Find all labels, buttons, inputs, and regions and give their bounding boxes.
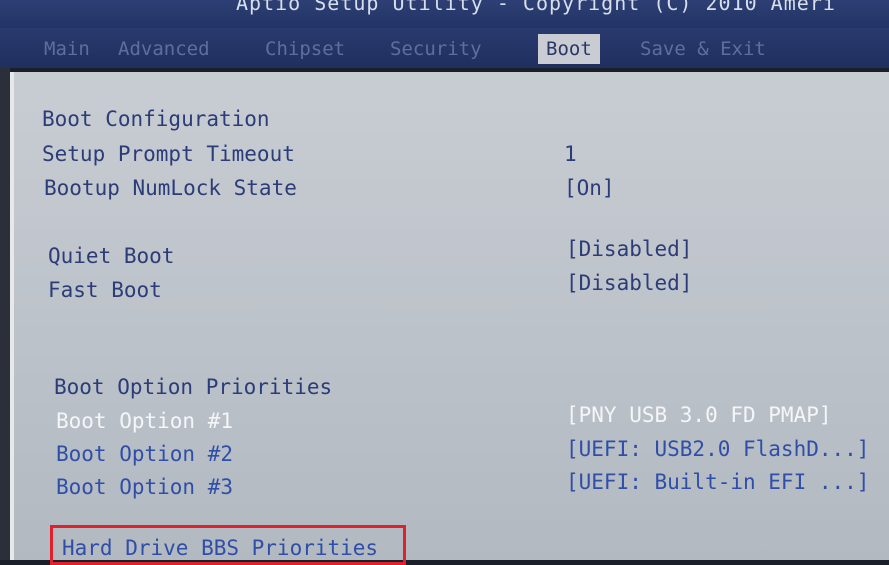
boot-option-2-value[interactable]: [UEFI: USB2.0 FlashD...]	[566, 436, 869, 462]
tab-boot[interactable]: Boot	[538, 34, 600, 64]
panel-edge	[0, 68, 10, 560]
tab-advanced[interactable]: Advanced	[118, 34, 210, 64]
quiet-boot-label[interactable]: Quiet Boot	[48, 243, 174, 269]
boot-configuration-header: Boot Configuration	[42, 107, 270, 131]
quiet-boot-value[interactable]: [Disabled]	[566, 236, 692, 262]
app-title: Aptio Setup Utility - Copyright (C) 2010…	[236, 0, 836, 15]
boot-option-1-label[interactable]: Boot Option #1	[56, 408, 233, 434]
fast-boot-label[interactable]: Fast Boot	[48, 277, 162, 303]
tab-main[interactable]: Main	[44, 34, 90, 64]
boot-option-1-value[interactable]: [PNY USB 3.0 FD PMAP]	[566, 402, 832, 428]
hard-drive-bbs-priorities-item[interactable]: Hard Drive BBS Priorities	[62, 535, 378, 561]
tab-save-exit[interactable]: Save & Exit	[640, 34, 766, 64]
title-bar: Aptio Setup Utility - Copyright (C) 2010…	[0, 0, 889, 30]
fast-boot-value[interactable]: [Disabled]	[566, 270, 692, 296]
menu-tabs: Main Advanced Chipset Security Boot Save…	[0, 28, 889, 68]
tab-chipset[interactable]: Chipset	[265, 34, 345, 64]
setup-prompt-timeout-label[interactable]: Setup Prompt Timeout	[42, 141, 295, 167]
bootup-numlock-value[interactable]: [On]	[564, 175, 615, 201]
boot-option-3-value[interactable]: [UEFI: Built-in EFI ...]	[566, 469, 869, 495]
tab-security[interactable]: Security	[390, 34, 482, 64]
boot-option-priorities-header: Boot Option Priorities	[54, 375, 333, 399]
bootup-numlock-label[interactable]: Bootup NumLock State	[44, 175, 297, 201]
setup-prompt-timeout-value[interactable]: 1	[564, 141, 577, 167]
boot-option-2-label[interactable]: Boot Option #2	[56, 441, 233, 467]
boot-option-3-label[interactable]: Boot Option #3	[56, 474, 233, 500]
